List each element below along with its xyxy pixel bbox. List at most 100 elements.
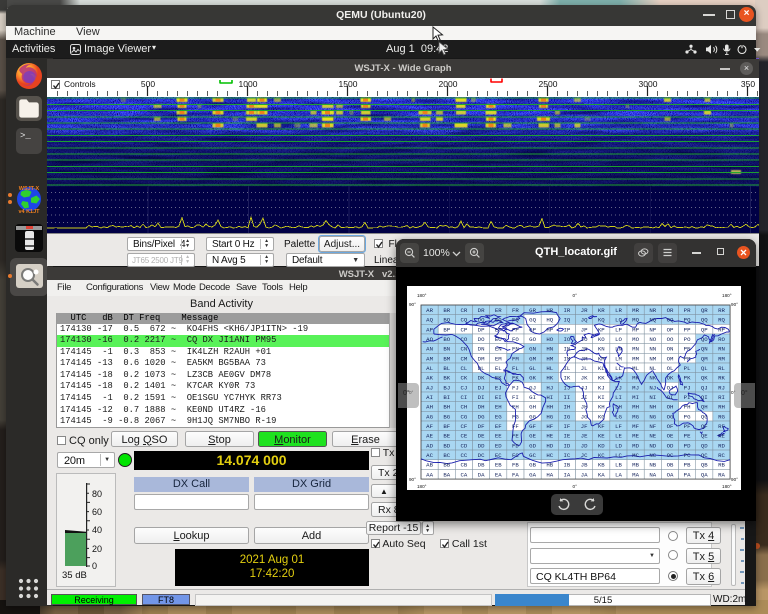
svg-text:II: II	[563, 394, 570, 401]
svg-text:EO: EO	[495, 336, 502, 343]
svg-text:AJ: AJ	[426, 384, 433, 391]
svg-text:KB: KB	[598, 462, 605, 469]
svg-text:LP: LP	[615, 326, 622, 333]
svg-text:CD: CD	[460, 442, 467, 449]
svg-text:HB: HB	[546, 462, 553, 469]
svg-text:JC: JC	[581, 452, 588, 459]
svg-text:LK: LK	[615, 375, 622, 382]
svg-text:LD: LD	[615, 442, 622, 449]
svg-text:EL: EL	[495, 365, 502, 372]
svg-text:90°: 90°	[731, 477, 738, 482]
svg-text:AC: AC	[426, 452, 433, 459]
svg-text:KD: KD	[598, 442, 605, 449]
svg-text:OM: OM	[667, 355, 674, 362]
svg-text:MJ: MJ	[632, 384, 639, 391]
svg-text:OH: OH	[667, 404, 674, 411]
svg-text:KE: KE	[598, 433, 605, 440]
svg-text:RM: RM	[718, 355, 725, 362]
svg-text:FG: FG	[512, 413, 519, 420]
svg-text:IP: IP	[563, 326, 570, 333]
svg-text:IJ: IJ	[563, 384, 570, 391]
svg-text:LH: LH	[615, 404, 622, 411]
svg-text:IL: IL	[563, 365, 570, 372]
svg-text:JD: JD	[581, 442, 588, 449]
svg-text:JQ: JQ	[581, 317, 588, 324]
svg-text:QO: QO	[701, 336, 708, 343]
svg-text:AN: AN	[426, 346, 433, 353]
svg-text:HD: HD	[546, 442, 553, 449]
svg-text:QQ: QQ	[701, 317, 708, 324]
svg-text:CA: CA	[460, 471, 467, 478]
svg-text:EQ: EQ	[495, 317, 502, 324]
svg-text:AP: AP	[426, 326, 433, 333]
svg-text:DG: DG	[478, 413, 485, 420]
svg-text:EK: EK	[495, 375, 502, 382]
svg-text:IR: IR	[563, 307, 570, 314]
svg-text:KJ: KJ	[598, 384, 605, 391]
svg-text:NK: NK	[649, 375, 656, 382]
svg-text:DN: DN	[478, 346, 485, 353]
svg-text:AR: AR	[426, 307, 433, 314]
svg-text:KP: KP	[598, 326, 605, 333]
svg-text:CK: CK	[460, 375, 467, 382]
svg-text:GJ: GJ	[529, 384, 536, 391]
svg-text:AG: AG	[426, 413, 433, 420]
svg-text:MA: MA	[632, 471, 639, 478]
svg-text:NR: NR	[649, 307, 656, 314]
svg-text:NH: NH	[649, 404, 656, 411]
svg-text:OO: OO	[667, 336, 674, 343]
svg-text:CB: CB	[460, 462, 467, 469]
svg-text:AI: AI	[426, 394, 433, 401]
svg-text:QA: QA	[701, 471, 708, 478]
svg-text:BH: BH	[443, 404, 450, 411]
svg-text:OP: OP	[667, 326, 674, 333]
svg-text:MC: MC	[632, 452, 639, 459]
svg-text:LQ: LQ	[615, 317, 622, 324]
svg-text:IK: IK	[563, 375, 570, 382]
svg-text:RR: RR	[718, 307, 725, 314]
svg-text:JB: JB	[581, 462, 588, 469]
svg-text:180°: 180°	[417, 484, 427, 489]
svg-text:BP: BP	[443, 326, 450, 333]
svg-text:HC: HC	[546, 452, 553, 459]
svg-text:PE: PE	[684, 433, 691, 440]
svg-text:LC: LC	[615, 452, 622, 459]
svg-text:OF: OF	[667, 423, 674, 430]
svg-text:JJ: JJ	[581, 384, 588, 391]
svg-text:HO: HO	[546, 336, 553, 343]
svg-text:DA: DA	[478, 471, 485, 478]
svg-text:EM: EM	[495, 355, 502, 362]
svg-text:RQ: RQ	[718, 317, 725, 324]
svg-text:90°: 90°	[409, 302, 416, 307]
svg-text:AK: AK	[426, 375, 433, 382]
svg-text:DL: DL	[478, 365, 485, 372]
svg-text:FM: FM	[512, 355, 519, 362]
svg-text:BO: BO	[443, 336, 450, 343]
svg-text:MI: MI	[632, 394, 639, 401]
svg-text:IO: IO	[563, 336, 570, 343]
svg-text:BN: BN	[443, 346, 450, 353]
svg-text:BF: BF	[443, 423, 450, 430]
svg-text:MB: MB	[632, 462, 639, 469]
svg-text:AD: AD	[426, 442, 433, 449]
svg-text:BI: BI	[443, 394, 450, 401]
svg-text:BD: BD	[443, 442, 450, 449]
svg-text:GM: GM	[529, 355, 536, 362]
svg-text:MH: MH	[632, 404, 639, 411]
svg-text:PL: PL	[684, 365, 691, 372]
svg-text:MQ: MQ	[632, 317, 639, 324]
svg-text:DI: DI	[478, 394, 485, 401]
svg-text:CR: CR	[460, 307, 467, 314]
svg-text:NM: NM	[649, 355, 656, 362]
svg-text:MR: MR	[632, 307, 639, 314]
svg-text:DJ: DJ	[478, 384, 485, 391]
svg-text:JE: JE	[581, 433, 588, 440]
svg-text:EN: EN	[495, 346, 502, 353]
svg-text:AE: AE	[426, 433, 433, 440]
svg-text:HJ: HJ	[546, 384, 553, 391]
svg-text:JA: JA	[581, 471, 588, 478]
svg-text:AM: AM	[426, 355, 433, 362]
svg-text:QK: QK	[701, 375, 708, 382]
svg-text:IE: IE	[563, 433, 570, 440]
svg-text:NQ: NQ	[649, 317, 656, 324]
